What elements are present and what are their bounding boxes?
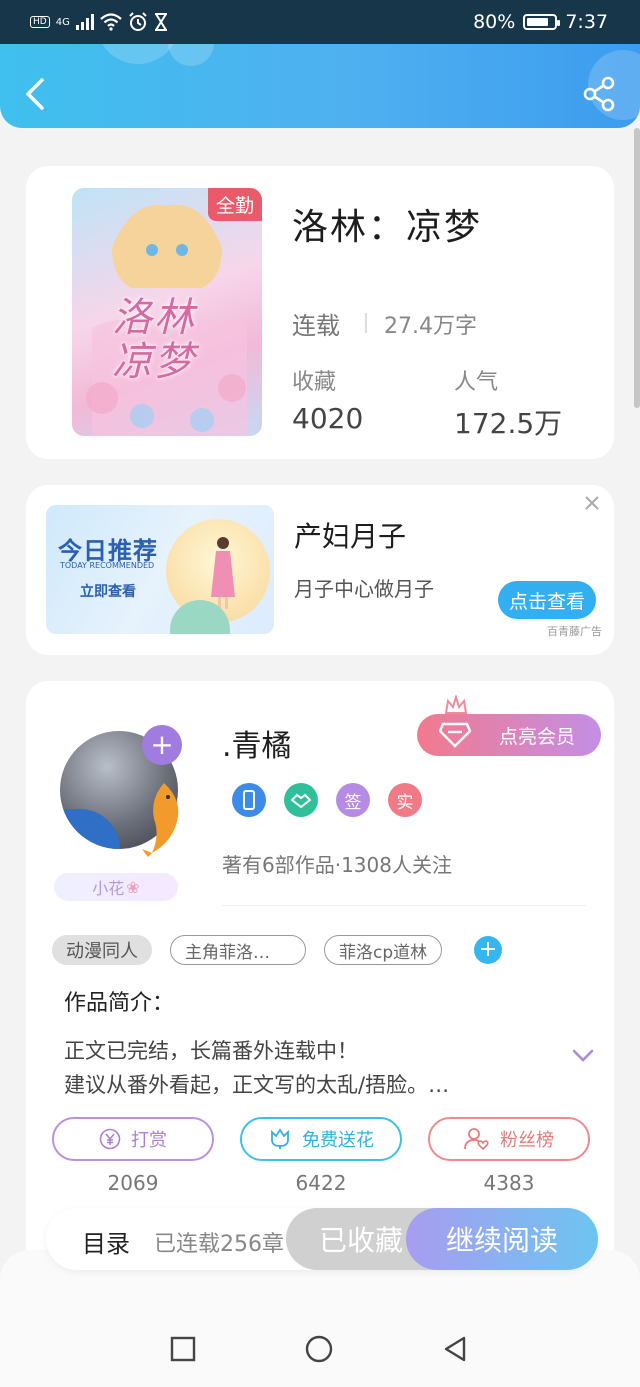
crown-icon [444,695,468,714]
clock: 7:37 [565,11,608,33]
tulip-icon [271,1128,289,1149]
ad-woman-figure [211,537,235,609]
book-info-card: 洛林凉梦 全勤 洛林：凉梦 连载 27.4万字 收藏 4020 人气 172.5… [26,166,614,459]
handshake-badge-icon[interactable] [284,783,318,817]
follow-plus-button[interactable]: + [142,725,182,765]
ad-image[interactable]: 今日推荐 TODAY RECOMMENDED 立即查看 [46,505,274,634]
scrollbar-thumb[interactable] [634,128,640,408]
fans-count: 4383 [483,1171,535,1195]
favorites-label: 收藏 [292,370,337,395]
battery-percent: 80% [473,11,516,33]
flower-count: 6422 [295,1171,347,1195]
share-icon[interactable] [582,76,616,112]
intro-text: 建议从番外看起，正文写的太乱/捂脸。… [64,1073,450,1097]
add-tag-button[interactable]: + [474,936,503,964]
cover-title-art: 洛林凉梦 [112,295,196,385]
close-icon[interactable] [582,493,602,513]
yen-icon [99,1128,121,1150]
alarm-icon [129,12,147,31]
flower-icon: ❀ [126,877,140,897]
flower-badge[interactable]: 小花 ❀ [54,873,178,901]
divider [222,905,586,906]
intro-title: 作品简介： [64,991,175,1016]
book-title: 洛林：凉梦 [292,207,483,248]
chevron-left-icon[interactable] [20,74,50,114]
reward-action: 打赏 2069 [52,1117,214,1195]
reward-button[interactable]: 打赏 [52,1117,214,1161]
chevron-down-icon[interactable] [572,1049,594,1063]
ad-image-cta: 立即查看 [80,584,136,600]
user-heart-icon [464,1128,489,1151]
avatar-wave [60,809,120,849]
tag-item[interactable]: 菲洛cp道林 [324,935,443,965]
popularity-label: 人气 [454,370,499,395]
verified-badge[interactable]: 实 [388,783,422,817]
chapter-count: 已连载256章 [154,1232,284,1257]
author-badges: 签 实 [232,783,422,817]
ad-view-button[interactable]: 点击查看 [498,581,596,619]
reward-label: 打赏 [131,1130,167,1151]
ad-description: 月子中心做月子 [294,577,434,601]
vip-button-label: 点亮会员 [498,725,575,748]
popularity-value: 172.5万 [454,407,563,440]
favorites-value: 4020 [292,402,364,435]
fan-ranking-label: 粉丝榜 [500,1130,554,1151]
reward-count: 2069 [107,1171,159,1195]
send-flower-button[interactable]: 免费送花 [240,1117,402,1161]
fans-action: 粉丝榜 4383 [428,1117,590,1195]
bottom-action-bar: 目录 已连载256章 已收藏 继续阅读 [46,1208,598,1270]
diamond-icon [439,722,471,748]
ad-title: 产妇月子 [294,520,407,553]
divider [365,313,367,333]
recent-apps-icon[interactable] [168,1334,198,1364]
hd-icon: HD [30,16,50,28]
book-cover[interactable]: 洛林凉梦 全勤 [72,188,262,436]
koi-icon [142,783,179,857]
flower-action: 免费送花 6422 [240,1117,402,1195]
ad-image-subtitle: TODAY RECOMMENDED [60,561,155,570]
action-row: 打赏 2069 免费送花 6422 粉丝榜 4383 [52,1117,590,1195]
hourglass-icon [154,13,167,31]
wifi-icon [100,13,122,31]
system-nav-bar [0,1250,640,1387]
continue-reading-button[interactable]: 继续阅读 [406,1208,598,1270]
flower-badge-label: 小花 [92,879,125,898]
tag-category[interactable]: 动漫同人 [52,935,152,965]
send-flower-label: 免费送花 [302,1130,374,1151]
vip-activate-button[interactable]: 点亮会员 [417,714,601,756]
fan-ranking-button[interactable]: 粉丝榜 [428,1117,590,1161]
signed-badge[interactable]: 签 [336,783,370,817]
word-count: 27.4万字 [384,314,477,339]
phone-badge-icon[interactable] [232,783,266,817]
handshake-icon [291,793,311,808]
author-name[interactable]: .青橘 [222,721,292,765]
battery-icon [523,14,561,30]
tag-list: 动漫同人 主角菲洛… 菲洛cp道林 + [52,935,503,965]
status-bar: HD 4G 80% 7:37 [0,0,640,44]
network-label: 4G [55,16,70,28]
ad-source-label: 百青藤广告 [547,625,602,638]
phone-icon [243,790,255,810]
full-attendance-badge: 全勤 [207,188,262,221]
ad-card[interactable]: 今日推荐 TODAY RECOMMENDED 立即查看 产妇月子 月子中心做月子… [26,485,614,655]
back-triangle-icon[interactable] [440,1334,470,1364]
home-icon[interactable] [304,1334,334,1364]
intro-text: 正文已完结，长篇番外连载中！ [64,1039,358,1063]
tag-item[interactable]: 主角菲洛… [170,935,306,965]
battery-fill [527,18,549,26]
catalog-button[interactable]: 目录 [82,1224,130,1259]
author-stats: 著有6部作品·1308人关注 [222,853,452,877]
serial-status: 连载 [292,312,340,340]
status-left: HD 4G [30,8,168,36]
signal-icon [75,14,94,30]
status-right: 80% 7:37 [473,8,608,36]
top-header: HD 4G 80% 7:37 [0,0,640,128]
